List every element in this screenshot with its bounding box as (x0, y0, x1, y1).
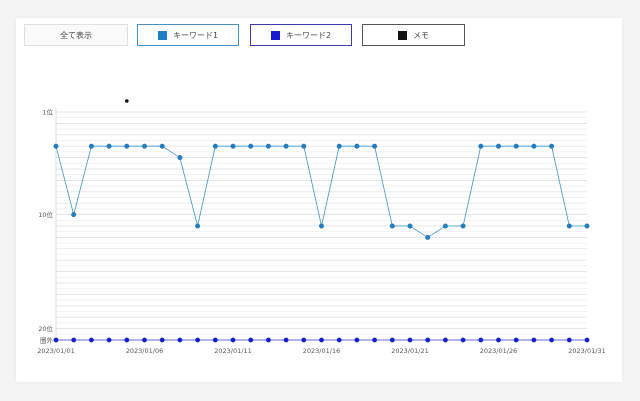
series-2-point (425, 337, 431, 343)
series-1-point (71, 212, 77, 218)
series-1-point (336, 143, 342, 149)
series-1-point (142, 143, 147, 149)
series-2-point (513, 337, 519, 343)
series-1-point (283, 143, 289, 149)
series-2-point (372, 337, 378, 343)
x-axis-ticks: 2023/01/01 2023/01/06 2023/01/11 2023/01/16… (37, 347, 605, 355)
series-2-point (248, 337, 254, 343)
series-1-point (531, 143, 537, 149)
rank-chart: 1位 10位 20位圏外 2023/01/01 2023/01/06 2023/01/1… (37, 99, 606, 355)
series-1-point (124, 143, 130, 149)
series-2-point (265, 337, 271, 343)
series-1-point (549, 143, 555, 149)
series-2-point (549, 337, 555, 343)
series-2-point (354, 337, 360, 343)
series-2-point (460, 337, 466, 343)
series-1-point (460, 223, 466, 229)
series-2-point (389, 337, 395, 343)
x-tick-label: 2023/01/11 (214, 347, 251, 355)
series-2-point (584, 337, 590, 343)
x-tick-label: 2023/01/01 (37, 347, 74, 355)
series-2-point (212, 337, 218, 343)
series-2-point (319, 337, 324, 343)
x-tick-label: 2023/01/06 (126, 347, 163, 355)
series-1-point (425, 234, 431, 240)
x-tick-label: 2023/01/16 (303, 347, 340, 355)
series-1-point (584, 223, 590, 229)
series-1-point (177, 155, 183, 161)
series-1-point (195, 223, 201, 229)
series-2-point (230, 337, 236, 343)
series-1-point (513, 143, 519, 149)
series-1-point (389, 223, 395, 229)
series-2-point (283, 337, 289, 343)
series-1-point (372, 143, 378, 149)
y-tick-label: 10位 (38, 210, 53, 219)
series-2-point (124, 337, 130, 343)
series-2-point (177, 337, 183, 343)
series-1-point (301, 143, 307, 149)
series-1-point (442, 223, 448, 229)
x-tick-label: 2023/01/26 (480, 347, 517, 355)
series-1-point (212, 143, 218, 149)
series-2-point (566, 337, 572, 343)
series-1-point (53, 143, 59, 149)
y-tick-label: 20位 (38, 324, 53, 333)
series-2-point (407, 337, 413, 343)
series-2-point (71, 337, 77, 343)
memo-marker (125, 99, 129, 103)
series-2-point (195, 337, 201, 343)
series-2-point (531, 337, 537, 343)
series-2-point (336, 337, 342, 343)
y-tick-label: 圏外 (40, 336, 54, 345)
y-tick-label: 1位 (42, 108, 53, 117)
series-1-point (319, 223, 324, 229)
series-1-point (88, 143, 94, 149)
series-1-point (106, 143, 112, 149)
series-1-point (159, 143, 165, 149)
series-1-point (407, 223, 413, 229)
series-1-point (265, 143, 271, 149)
series-2-point (106, 337, 112, 343)
x-tick-label: 2023/01/31 (568, 347, 605, 355)
series-2-point (53, 337, 59, 343)
series-1-point (478, 143, 484, 149)
chart-memo-markers (125, 99, 129, 103)
series-2-point (142, 337, 147, 343)
series-1-point (354, 143, 360, 149)
series-2-point (442, 337, 448, 343)
series-2-point (159, 337, 165, 343)
series-1-point (496, 143, 501, 149)
series-1-point (248, 143, 254, 149)
series-2-point (88, 337, 94, 343)
x-tick-label: 2023/01/21 (391, 347, 428, 355)
series-1-point (566, 223, 572, 229)
series-1-point (230, 143, 236, 149)
y-axis-ticks: 1位 10位 20位圏外 (38, 108, 53, 345)
series-2-point (301, 337, 307, 343)
series-2-point (496, 337, 501, 343)
series-2-point (478, 337, 484, 343)
